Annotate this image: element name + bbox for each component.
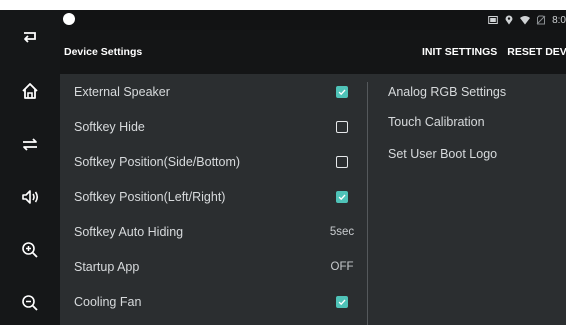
touch-calibration-link[interactable]: Touch Calibration: [388, 115, 485, 129]
home-button[interactable]: [0, 71, 60, 111]
setting-row-cooling-fan[interactable]: Cooling Fan: [74, 284, 356, 319]
zoom-out-button[interactable]: [0, 283, 60, 323]
home-icon: [22, 83, 38, 99]
setting-label: Softkey Position(Left/Right): [74, 189, 226, 204]
app-bar: Device Settings INIT SETTINGS RESET DEVI…: [60, 30, 566, 74]
device-frame: 8:0 Device Settings INIT SETTINGS RESET …: [0, 0, 566, 325]
no-sim-icon: [536, 15, 546, 25]
volume-button[interactable]: [0, 177, 60, 217]
back-button[interactable]: [0, 18, 60, 58]
status-bar: 8:0: [60, 10, 566, 30]
setting-label: Startup App: [74, 259, 140, 274]
setting-label: External Speaker: [74, 84, 170, 99]
checkmark-icon: [338, 299, 346, 305]
status-time: 8:0: [552, 14, 566, 26]
setting-row-external-speaker[interactable]: External Speaker: [74, 74, 356, 109]
zoom-in-icon: [22, 242, 38, 258]
setting-row-softkey-position-left-right[interactable]: Softkey Position(Left/Right): [74, 179, 356, 214]
zoom-out-icon: [22, 295, 38, 311]
external-speaker-checkbox[interactable]: [336, 85, 348, 98]
softkey-bar: [0, 10, 60, 325]
status-icons: 8:0: [488, 10, 566, 30]
settings-content: External Speaker Softkey Hide Softkey Po…: [60, 74, 566, 325]
analog-rgb-settings-link[interactable]: Analog RGB Settings: [388, 85, 506, 99]
softkey-auto-hiding-value: 5sec: [329, 225, 355, 238]
init-settings-button[interactable]: INIT SETTINGS: [422, 46, 497, 58]
reset-device-button[interactable]: RESET DEVICE: [507, 46, 566, 58]
setting-label: Cooling Fan: [74, 294, 142, 309]
settings-screen: 8:0 Device Settings INIT SETTINGS RESET …: [60, 10, 566, 325]
wifi-icon: [520, 16, 531, 25]
back-icon: [24, 32, 36, 43]
softkey-hide-checkbox[interactable]: [336, 120, 348, 133]
setting-row-softkey-position-side-bottom[interactable]: Softkey Position(Side/Bottom): [74, 144, 356, 179]
page-title: Device Settings: [64, 46, 143, 58]
notification-dot: [63, 13, 75, 25]
location-icon: [505, 15, 513, 25]
app-bar-actions: INIT SETTINGS RESET DEVICE: [422, 30, 566, 74]
cast-icon: [488, 16, 498, 24]
recent-apps-icon: [23, 138, 37, 151]
startup-app-value: OFF: [330, 260, 354, 273]
setting-row-startup-app[interactable]: Startup App OFF: [74, 249, 356, 284]
zoom-in-button[interactable]: [0, 230, 60, 270]
softkey-position-side-bottom-checkbox[interactable]: [336, 155, 348, 168]
setting-label: Softkey Auto Hiding: [74, 224, 184, 239]
setting-label: Softkey Hide: [74, 119, 145, 134]
setting-label: Softkey Position(Side/Bottom): [74, 154, 241, 169]
softkey-position-left-right-checkbox[interactable]: [336, 190, 348, 203]
cooling-fan-checkbox[interactable]: [336, 295, 348, 308]
volume-icon: [22, 190, 39, 204]
checkmark-icon: [338, 194, 346, 200]
recent-apps-button[interactable]: [0, 124, 60, 164]
column-divider: [367, 82, 368, 325]
setting-row-softkey-auto-hiding[interactable]: Softkey Auto Hiding 5sec: [74, 214, 356, 249]
checkmark-icon: [338, 89, 346, 95]
setting-row-softkey-hide[interactable]: Softkey Hide: [74, 109, 356, 144]
set-user-boot-logo-link[interactable]: Set User Boot Logo: [388, 147, 497, 161]
